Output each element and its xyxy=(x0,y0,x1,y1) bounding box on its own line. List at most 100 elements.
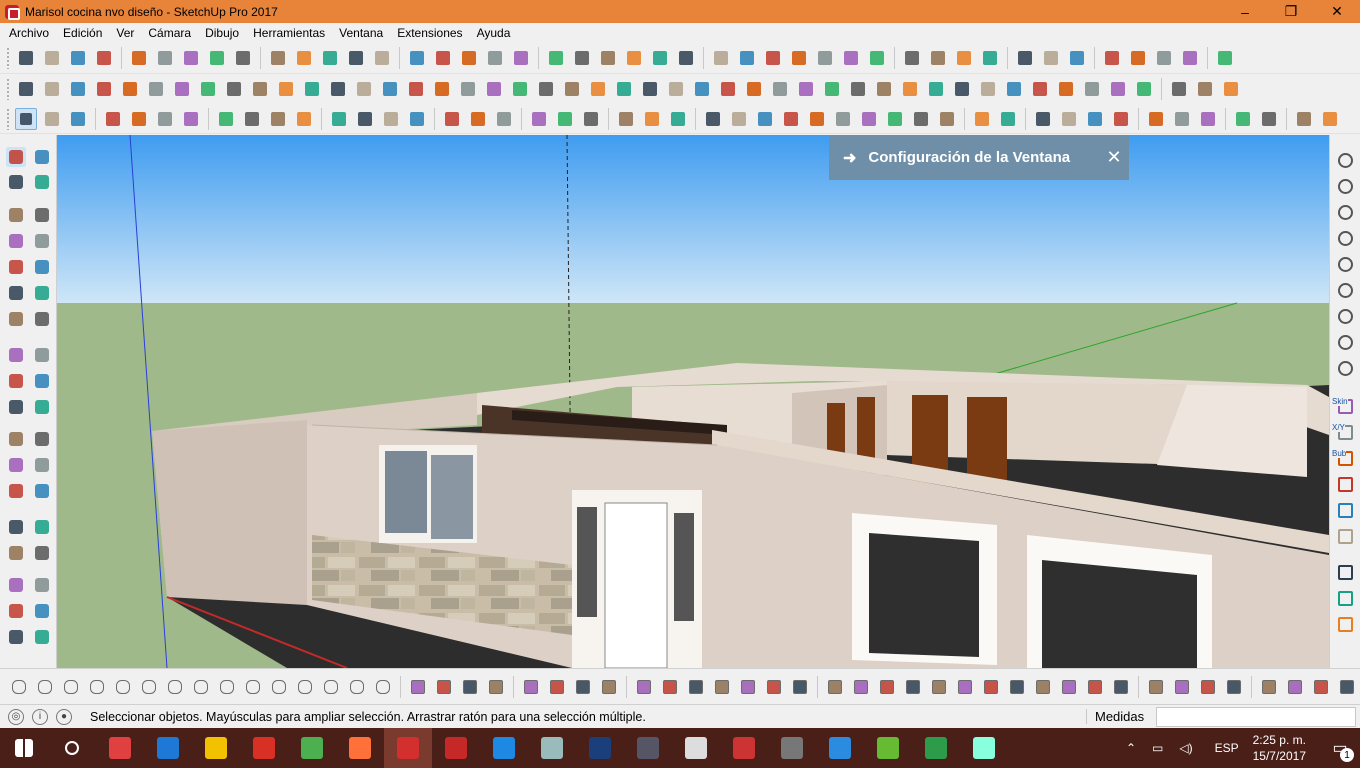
palette-tool-12-1-icon[interactable] xyxy=(32,481,52,501)
network-icon[interactable]: ▭ xyxy=(1152,741,1163,755)
right-tool-14-icon[interactable] xyxy=(1336,527,1355,546)
palette-tool-5-0-icon[interactable] xyxy=(6,283,26,303)
right-tool-3-icon[interactable] xyxy=(1336,229,1355,248)
tb1-tool-6-icon[interactable] xyxy=(180,47,202,69)
bottom-tool-34-icon[interactable] xyxy=(929,677,949,697)
tb2-tool-6-icon[interactable] xyxy=(171,78,193,100)
bottom-tool-10-icon[interactable] xyxy=(269,677,289,697)
tb1-tool-41-icon[interactable] xyxy=(1153,47,1175,69)
tb2-tool-13-icon[interactable] xyxy=(353,78,375,100)
palette-tool-15-0-icon[interactable] xyxy=(6,575,26,595)
palette-tool-10-0-icon[interactable] xyxy=(6,429,26,449)
tb2-tool-9-icon[interactable] xyxy=(249,78,271,100)
bottom-tool-19-icon[interactable] xyxy=(521,677,541,697)
bottom-tool-1-icon[interactable] xyxy=(35,677,55,697)
bottom-tool-27-icon[interactable] xyxy=(738,677,758,697)
bottom-tool-28-icon[interactable] xyxy=(764,677,784,697)
bottom-tool-35-icon[interactable] xyxy=(955,677,975,697)
taskbar-app-truck-icon[interactable] xyxy=(720,728,768,768)
tb3-tool-14-icon[interactable] xyxy=(406,108,428,130)
tb1-tool-3-icon[interactable] xyxy=(93,47,115,69)
tb1-tool-40-icon[interactable] xyxy=(1127,47,1149,69)
toolbar-grip[interactable] xyxy=(6,107,10,130)
tb3-tool-30-icon[interactable] xyxy=(858,108,880,130)
taskbar-solidworks-icon[interactable] xyxy=(432,728,480,768)
taskbar-start-icon[interactable] xyxy=(0,728,48,768)
3d-viewport[interactable]: ➜ Configuración de la Ventana ✕ xyxy=(57,135,1329,668)
tb1-tool-32-icon[interactable] xyxy=(901,47,923,69)
bottom-tool-23-icon[interactable] xyxy=(634,677,654,697)
tb1-tool-16-icon[interactable] xyxy=(458,47,480,69)
tb1-tool-21-icon[interactable] xyxy=(597,47,619,69)
tb1-tool-38-icon[interactable] xyxy=(1066,47,1088,69)
tb1-tool-29-icon[interactable] xyxy=(814,47,836,69)
right-tool-12-icon[interactable] xyxy=(1336,475,1355,494)
tb1-tool-34-icon[interactable] xyxy=(953,47,975,69)
tb2-tool-33-icon[interactable] xyxy=(873,78,895,100)
tb2-tool-27-icon[interactable] xyxy=(717,78,739,100)
tb3-tool-43-icon[interactable] xyxy=(1232,108,1254,130)
bottom-tool-4-icon[interactable] xyxy=(113,677,133,697)
palette-tool-13-0-icon[interactable] xyxy=(6,517,26,537)
taskbar-app-cube-icon[interactable] xyxy=(960,728,1008,768)
bottom-tool-41-icon[interactable] xyxy=(1111,677,1131,697)
bottom-tool-22-icon[interactable] xyxy=(599,677,619,697)
tb1-tool-36-icon[interactable] xyxy=(1014,47,1036,69)
tb2-tool-44-icon[interactable] xyxy=(1168,78,1190,100)
tb2-tool-10-icon[interactable] xyxy=(275,78,297,100)
menu-camara[interactable]: Cámara xyxy=(141,23,198,43)
tb2-tool-45-icon[interactable] xyxy=(1194,78,1216,100)
taskbar-store-icon[interactable] xyxy=(96,728,144,768)
tb1-tool-19-icon[interactable] xyxy=(545,47,567,69)
tb3-tool-40-icon[interactable] xyxy=(1145,108,1167,130)
right-tool-17-icon[interactable] xyxy=(1336,615,1355,634)
palette-tool-13-1-icon[interactable] xyxy=(32,517,52,537)
tb2-tool-17-icon[interactable] xyxy=(457,78,479,100)
info-icon[interactable]: i xyxy=(32,708,48,725)
tb2-tool-21-icon[interactable] xyxy=(561,78,583,100)
palette-tool-17-1-icon[interactable] xyxy=(32,627,52,647)
bottom-tool-36-icon[interactable] xyxy=(981,677,1001,697)
tb2-tool-12-icon[interactable] xyxy=(327,78,349,100)
tb3-tool-17-icon[interactable] xyxy=(493,108,515,130)
palette-tool-16-0-icon[interactable] xyxy=(6,601,26,621)
tb3-tool-32-icon[interactable] xyxy=(910,108,932,130)
tb2-tool-28-icon[interactable] xyxy=(743,78,765,100)
taskbar-firefox-icon[interactable] xyxy=(336,728,384,768)
tb2-tool-39-icon[interactable] xyxy=(1029,78,1051,100)
taskbar-app-car-icon[interactable] xyxy=(768,728,816,768)
window-settings-panel[interactable]: ➜ Configuración de la Ventana ✕ xyxy=(829,135,1129,180)
bottom-tool-16-icon[interactable] xyxy=(434,677,454,697)
right-tool-4-icon[interactable] xyxy=(1336,255,1355,274)
show-hidden-icons-icon[interactable]: ⌃ xyxy=(1126,741,1136,755)
palette-tool-7-0-icon[interactable] xyxy=(6,345,26,365)
tb2-tool-25-icon[interactable] xyxy=(665,78,687,100)
palette-tool-3-0-icon[interactable] xyxy=(6,231,26,251)
palette-tool-15-1-icon[interactable] xyxy=(32,575,52,595)
right-tool-16-icon[interactable] xyxy=(1336,589,1355,608)
tb1-tool-7-icon[interactable] xyxy=(206,47,228,69)
geo-location-icon[interactable]: ◎ xyxy=(8,708,24,725)
tb1-tool-25-icon[interactable] xyxy=(710,47,732,69)
right-tool-13-icon[interactable] xyxy=(1336,501,1355,520)
tb3-tool-25-icon[interactable] xyxy=(728,108,750,130)
tb1-tool-8-icon[interactable] xyxy=(232,47,254,69)
bottom-tool-18-icon[interactable] xyxy=(486,677,506,697)
tb3-tool-41-icon[interactable] xyxy=(1171,108,1193,130)
tb2-tool-3-icon[interactable] xyxy=(93,78,115,100)
bottom-tool-48-icon[interactable] xyxy=(1311,677,1331,697)
taskbar-app-tank-icon[interactable] xyxy=(624,728,672,768)
menu-ayuda[interactable]: Ayuda xyxy=(470,23,518,43)
tb2-tool-37-icon[interactable] xyxy=(977,78,999,100)
tb3-tool-37-icon[interactable] xyxy=(1058,108,1080,130)
tb1-tool-1-icon[interactable] xyxy=(41,47,63,69)
palette-tool-14-0-icon[interactable] xyxy=(6,543,26,563)
tb3-tool-11-icon[interactable] xyxy=(328,108,350,130)
tb2-tool-24-icon[interactable] xyxy=(639,78,661,100)
tb2-tool-14-icon[interactable] xyxy=(379,78,401,100)
bottom-tool-33-icon[interactable] xyxy=(903,677,923,697)
tb3-tool-9-icon[interactable] xyxy=(267,108,289,130)
tb2-tool-16-icon[interactable] xyxy=(431,78,453,100)
tb3-tool-23-icon[interactable] xyxy=(667,108,689,130)
bottom-tool-30-icon[interactable] xyxy=(825,677,845,697)
